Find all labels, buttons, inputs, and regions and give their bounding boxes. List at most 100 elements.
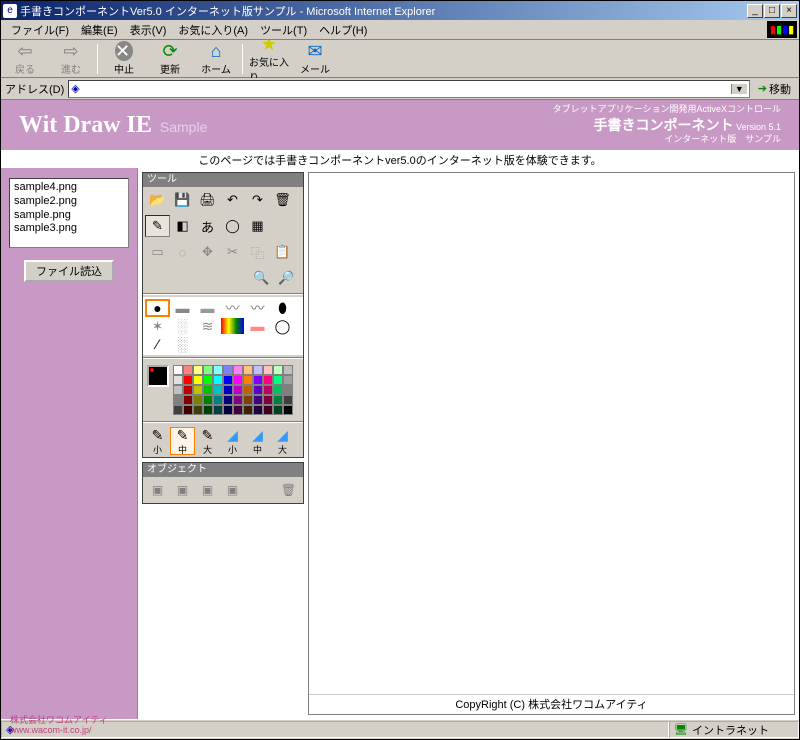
color-swatch[interactable] <box>233 375 243 385</box>
shape-icon[interactable]: ◯ <box>220 215 245 237</box>
color-swatch[interactable] <box>243 395 253 405</box>
color-swatch[interactable] <box>173 375 183 385</box>
maximize-button[interactable]: □ <box>764 4 780 18</box>
file-item[interactable]: sample4.png <box>14 181 124 195</box>
address-dropdown-icon[interactable]: ▼ <box>731 84 747 94</box>
back-button[interactable]: ⇦戻る <box>5 41 45 76</box>
brush-14[interactable]: ░ <box>170 335 195 353</box>
brush-12[interactable]: ◯ <box>270 317 295 335</box>
color-swatch[interactable] <box>203 385 213 395</box>
color-swatch[interactable] <box>263 365 273 375</box>
color-swatch[interactable] <box>223 375 233 385</box>
brush-3[interactable]: ▬ <box>195 299 220 317</box>
color-swatch[interactable] <box>233 395 243 405</box>
file-item[interactable]: sample.png <box>14 209 124 223</box>
color-swatch[interactable] <box>213 365 223 375</box>
color-swatch[interactable] <box>223 385 233 395</box>
brush-5[interactable]: 〰 <box>245 299 270 317</box>
file-item[interactable]: sample2.png <box>14 195 124 209</box>
color-swatch[interactable] <box>193 395 203 405</box>
color-swatch[interactable] <box>233 405 243 415</box>
minimize-button[interactable]: _ <box>747 4 763 18</box>
image-icon[interactable]: ▦ <box>245 215 270 237</box>
menu-view[interactable]: 表示(V) <box>124 21 173 39</box>
color-swatch[interactable] <box>203 365 213 375</box>
color-swatch[interactable] <box>233 385 243 395</box>
favorites-button[interactable]: ★お気に入り <box>249 34 289 84</box>
color-swatch[interactable] <box>193 365 203 375</box>
color-swatch[interactable] <box>263 385 273 395</box>
color-swatch[interactable] <box>173 385 183 395</box>
cut-icon[interactable]: ✂ <box>220 241 245 263</box>
paste-icon[interactable]: 📋 <box>270 241 295 263</box>
color-swatch[interactable] <box>173 395 183 405</box>
pen-medium[interactable]: ✎中 <box>170 427 195 455</box>
pen-large[interactable]: ✎大 <box>195 427 220 455</box>
undo-icon[interactable]: ↶ <box>220 189 245 211</box>
pen-small[interactable]: ✎小 <box>145 427 170 455</box>
color-swatch[interactable] <box>223 365 233 375</box>
go-button[interactable]: ➔移動 <box>754 80 795 98</box>
color-swatch[interactable] <box>263 395 273 405</box>
zoom-in-icon[interactable]: 🔎 <box>274 267 299 289</box>
save-icon[interactable]: 💾 <box>170 189 195 211</box>
eraser-icon[interactable]: ◧ <box>170 215 195 237</box>
refresh-button[interactable]: ⟳更新 <box>150 41 190 76</box>
color-swatch[interactable] <box>223 395 233 405</box>
lasso-icon[interactable]: ◌ <box>170 241 195 263</box>
file-listbox[interactable]: sample4.pngsample2.pngsample.pngsample3.… <box>9 178 129 248</box>
color-swatch[interactable] <box>243 375 253 385</box>
brush-6[interactable]: ⬮ <box>270 299 295 317</box>
color-swatch[interactable] <box>233 365 243 375</box>
color-swatch[interactable] <box>283 395 293 405</box>
color-swatch[interactable] <box>273 405 283 415</box>
color-swatch[interactable] <box>253 375 263 385</box>
color-swatch[interactable] <box>243 365 253 375</box>
pen-icon[interactable]: ✎ <box>145 215 170 237</box>
color-swatch[interactable] <box>273 385 283 395</box>
trash-icon[interactable]: 🗑 <box>270 189 295 211</box>
menu-help[interactable]: ヘルプ(H) <box>313 21 373 39</box>
delete-object-icon[interactable]: 🗑 <box>276 479 301 501</box>
marquee-icon[interactable]: ▭ <box>145 241 170 263</box>
color-swatch[interactable] <box>283 385 293 395</box>
color-swatch[interactable] <box>173 365 183 375</box>
color-swatch[interactable] <box>183 395 193 405</box>
file-load-button[interactable]: ファイル読込 <box>24 260 114 282</box>
color-swatch[interactable] <box>273 395 283 405</box>
brush-10[interactable] <box>220 317 245 335</box>
color-swatch[interactable] <box>183 385 193 395</box>
copy-icon[interactable]: ⿻ <box>245 241 270 263</box>
print-icon[interactable]: 🖨 <box>195 189 220 211</box>
color-swatch[interactable] <box>213 405 223 415</box>
current-color[interactable] <box>147 365 169 387</box>
zoom-out-icon[interactable]: 🔍 <box>249 267 274 289</box>
brush-4[interactable]: 〰 <box>220 299 245 317</box>
color-swatch[interactable] <box>263 405 273 415</box>
color-swatch[interactable] <box>213 375 223 385</box>
order-back-icon[interactable]: ▣ <box>220 479 245 501</box>
color-swatch[interactable] <box>173 405 183 415</box>
address-input[interactable]: ◈ ▼ <box>68 80 750 98</box>
text-icon[interactable]: あ <box>195 215 220 237</box>
home-button[interactable]: ⌂ホーム <box>196 41 236 76</box>
brush-1[interactable]: ● <box>145 299 170 317</box>
color-swatch[interactable] <box>183 405 193 415</box>
color-swatch[interactable] <box>183 375 193 385</box>
color-swatch[interactable] <box>253 405 263 415</box>
drawing-canvas[interactable] <box>309 173 794 694</box>
color-swatch[interactable] <box>203 375 213 385</box>
color-swatch[interactable] <box>253 385 263 395</box>
eraser-small[interactable]: ◢小 <box>220 427 245 455</box>
color-swatch[interactable] <box>243 385 253 395</box>
menu-tools[interactable]: ツール(T) <box>254 21 313 39</box>
color-swatch[interactable] <box>283 375 293 385</box>
color-swatch[interactable] <box>253 365 263 375</box>
file-item[interactable]: sample3.png <box>14 222 124 236</box>
color-swatch[interactable] <box>203 405 213 415</box>
forward-button[interactable]: ⇨進む <box>51 41 91 76</box>
color-swatch[interactable] <box>213 385 223 395</box>
color-swatch[interactable] <box>213 395 223 405</box>
color-swatch[interactable] <box>273 365 283 375</box>
order-backward-icon[interactable]: ▣ <box>195 479 220 501</box>
